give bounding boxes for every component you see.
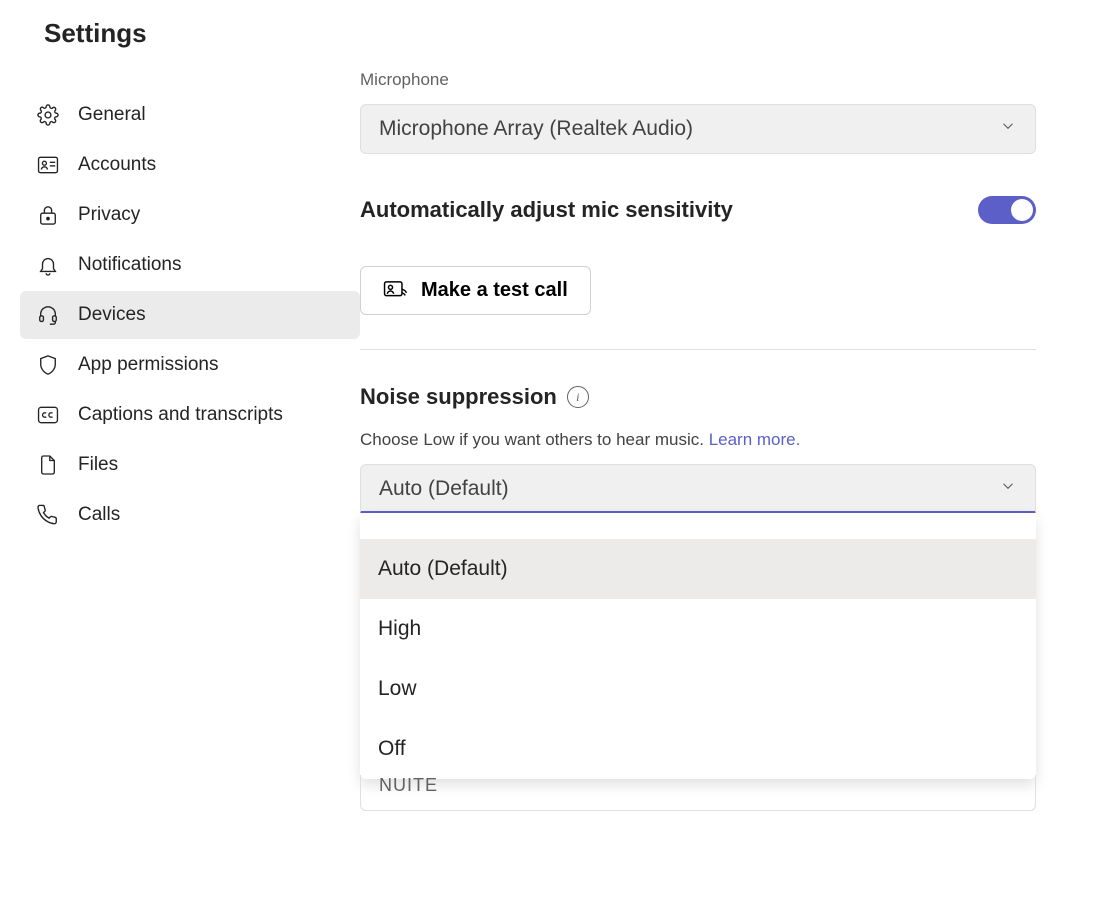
divider <box>360 349 1036 350</box>
noise-suppression-dropdown: Auto (Default) High Low Off <box>360 513 1036 779</box>
settings-sidebar: Settings General Accounts Privacy <box>20 10 360 811</box>
chevron-down-icon <box>999 477 1017 501</box>
shield-icon <box>36 353 60 377</box>
gear-icon <box>36 103 60 127</box>
sidebar-item-captions[interactable]: Captions and transcripts <box>20 391 360 439</box>
sidebar-item-calls[interactable]: Calls <box>20 491 360 539</box>
lock-icon <box>36 203 60 227</box>
noise-option-low[interactable]: Low <box>360 659 1036 719</box>
phone-icon <box>36 503 60 527</box>
sidebar-item-app-permissions[interactable]: App permissions <box>20 341 360 389</box>
sidebar-item-label: Privacy <box>78 204 140 226</box>
sidebar-item-accounts[interactable]: Accounts <box>20 141 360 189</box>
sidebar-item-label: Notifications <box>78 254 182 276</box>
test-call-icon <box>383 280 409 302</box>
dropdown-spacer <box>360 513 1036 539</box>
auto-adjust-label: Automatically adjust mic sensitivity <box>360 197 733 223</box>
microphone-select-value: Microphone Array (Realtek Audio) <box>379 117 693 141</box>
microphone-label: Microphone <box>360 70 1036 90</box>
cc-icon <box>36 403 60 427</box>
noise-help-text: Choose Low if you want others to hear mu… <box>360 430 1036 450</box>
noise-select-value: Auto (Default) <box>379 477 509 501</box>
sidebar-item-label: Calls <box>78 504 120 526</box>
noise-option-off[interactable]: Off <box>360 719 1036 779</box>
noise-option-high[interactable]: High <box>360 599 1036 659</box>
sidebar-item-general[interactable]: General <box>20 91 360 139</box>
partially-hidden-text: NUITE <box>360 775 1036 811</box>
noise-help: Choose Low if you want others to hear mu… <box>360 430 704 449</box>
settings-main: Microphone Microphone Array (Realtek Aud… <box>360 10 1076 811</box>
sidebar-item-privacy[interactable]: Privacy <box>20 191 360 239</box>
bell-icon <box>36 253 60 277</box>
sidebar-item-files[interactable]: Files <box>20 441 360 489</box>
noise-option-auto[interactable]: Auto (Default) <box>360 539 1036 599</box>
noise-suppression-title: Noise suppression <box>360 384 557 410</box>
id-card-icon <box>36 153 60 177</box>
learn-more-link[interactable]: Learn more. <box>709 430 801 449</box>
sidebar-item-label: Devices <box>78 304 146 326</box>
sidebar-item-label: Accounts <box>78 154 156 176</box>
sidebar-item-label: General <box>78 104 146 126</box>
page-title: Settings <box>44 18 360 49</box>
sidebar-nav: General Accounts Privacy Notifications <box>20 91 360 539</box>
sidebar-item-devices[interactable]: Devices <box>20 291 360 339</box>
noise-section-head: Noise suppression i <box>360 384 1036 410</box>
headset-icon <box>36 303 60 327</box>
make-test-call-button[interactable]: Make a test call <box>360 266 591 315</box>
test-call-label: Make a test call <box>421 279 568 302</box>
sidebar-item-label: Captions and transcripts <box>78 404 283 426</box>
chevron-down-icon <box>999 117 1017 141</box>
auto-adjust-toggle[interactable] <box>978 196 1036 224</box>
microphone-select[interactable]: Microphone Array (Realtek Audio) <box>360 104 1036 154</box>
sidebar-item-notifications[interactable]: Notifications <box>20 241 360 289</box>
info-icon[interactable]: i <box>567 386 589 408</box>
toggle-knob <box>1011 199 1033 221</box>
auto-adjust-row: Automatically adjust mic sensitivity <box>360 196 1036 224</box>
sidebar-item-label: App permissions <box>78 354 218 376</box>
noise-suppression-select[interactable]: Auto (Default) <box>360 464 1036 514</box>
sidebar-item-label: Files <box>78 454 118 476</box>
file-icon <box>36 453 60 477</box>
